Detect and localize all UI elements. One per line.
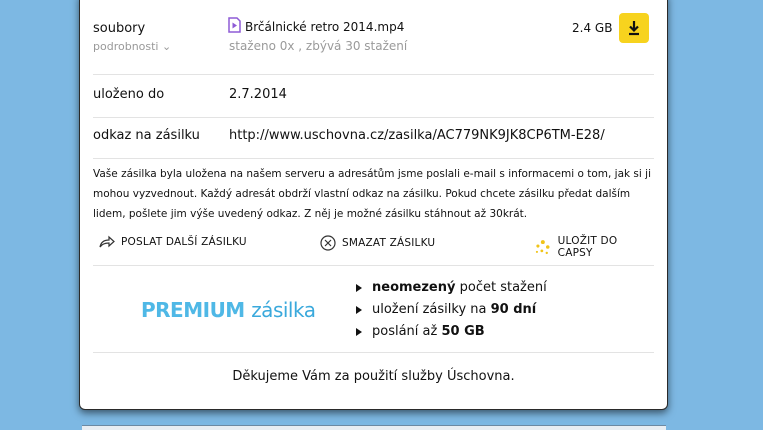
delete-button[interactable]: SMAZAT ZÁSILKU [320, 235, 435, 251]
file-download-status: staženo 0x , zbývá 30 stažení [229, 39, 408, 53]
premium-logo-main: PREMIUM [141, 298, 245, 322]
upload-result-card: soubory podrobnosti ⌄ Brčálnické retro 2… [79, 0, 668, 410]
details-link-text: podrobnosti [93, 40, 159, 53]
download-icon [629, 21, 639, 36]
files-label: soubory [93, 21, 146, 36]
link-label: odkaz na zásilku [93, 128, 200, 143]
actions-bar: POSLAT DALŠÍ ZÁSILKU SMAZAT ZÁSILKU ULOŽ… [93, 227, 654, 266]
bullet-icon [356, 284, 362, 292]
next-panel-edge [82, 425, 666, 430]
thanks-message: Děkujeme Vám za použití služby Úschovna. [232, 369, 515, 384]
share-arrow-icon [99, 235, 115, 248]
feature-unlimited-bold: neomezený [372, 280, 456, 295]
files-row: soubory podrobnosti ⌄ Brčálnické retro 2… [93, 11, 654, 75]
info-text: Vaše zásilka byla uložena na našem serve… [93, 168, 651, 220]
file-name[interactable]: Brčálnické retro 2014.mp4 [245, 20, 404, 34]
bullet-icon [356, 328, 362, 336]
feature-unlimited-rest: počet stažení [455, 280, 547, 295]
stored-until-value: 2.7.2014 [229, 87, 287, 102]
premium-logo-sub: zásilka [251, 298, 316, 322]
details-link[interactable]: podrobnosti ⌄ [93, 40, 171, 53]
divider [93, 352, 654, 353]
feature-storage: uložení zásilky na 90 dní [356, 299, 547, 321]
send-another-label: POSLAT DALŠÍ ZÁSILKU [121, 236, 247, 248]
feature-size-bold: 50 GB [441, 324, 485, 339]
bullet-icon [356, 306, 362, 314]
download-button[interactable] [619, 13, 649, 43]
save-capsy-label: ULOŽIT DO CAPSY [557, 235, 618, 259]
premium-features: neomezený počet stažení uložení zásilky … [356, 277, 547, 343]
shipment-link[interactable]: http://www.uschovna.cz/zasilka/AC779NK9J… [229, 128, 605, 143]
feature-size: poslání až 50 GB [356, 321, 547, 343]
close-circle-icon [320, 235, 336, 251]
link-row: odkaz na zásilku http://www.uschovna.cz/… [93, 117, 654, 159]
feature-storage-bold: 90 dní [490, 302, 537, 317]
stored-until-label: uloženo do [93, 87, 165, 102]
save-capsy-button[interactable]: ULOŽIT DO CAPSY [534, 235, 654, 259]
send-another-button[interactable]: POSLAT DALŠÍ ZÁSILKU [99, 235, 247, 249]
delete-label: SMAZAT ZÁSILKU [342, 237, 436, 249]
stored-until-row: uloženo do 2.7.2014 [93, 74, 654, 118]
premium-logo[interactable]: PREMIUM zásilka [141, 298, 316, 322]
feature-storage-text: uložení zásilky na [372, 302, 491, 317]
chevron-down-icon: ⌄ [162, 40, 172, 53]
capsy-icon [535, 240, 550, 255]
video-file-icon [228, 17, 241, 33]
file-size: 2.4 GB [572, 21, 613, 35]
feature-size-text: poslání až [372, 324, 442, 339]
feature-unlimited: neomezený počet stažení [356, 277, 547, 299]
